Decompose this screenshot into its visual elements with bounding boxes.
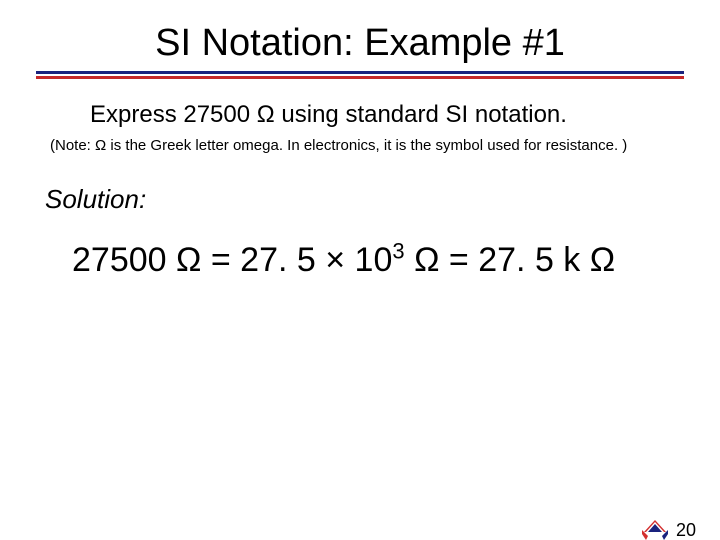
- eq-exponent: 3: [392, 239, 404, 264]
- omega-symbol: Ω: [95, 137, 106, 154]
- page-number: 20: [676, 520, 696, 540]
- note-before: (Note:: [50, 137, 95, 154]
- omega-symbol: Ω: [176, 241, 201, 279]
- eq-part-a: 27500: [72, 241, 176, 279]
- eq-part-d: = 27. 5 k: [439, 241, 589, 279]
- solution-label: Solution:: [45, 184, 720, 215]
- prompt-text-after: using standard SI notation.: [275, 101, 567, 128]
- slide: SI Notation: Example #1 Express 27500 Ω …: [0, 22, 720, 540]
- omega-symbol: Ω: [590, 241, 615, 279]
- note-after: is the Greek letter omega. In electronic…: [106, 137, 627, 154]
- rule-blue: [36, 71, 684, 74]
- prompt-text-before: Express 27500: [90, 101, 257, 128]
- solution-equation: 27500 Ω = 27. 5 × 103 Ω = 27. 5 k Ω: [72, 241, 720, 280]
- logo-icon: [642, 518, 668, 540]
- note-text: (Note: Ω is the Greek letter omega. In e…: [50, 137, 684, 154]
- omega-symbol: Ω: [414, 241, 439, 279]
- eq-part-b: = 27. 5 × 10: [201, 241, 392, 279]
- omega-symbol: Ω: [257, 101, 275, 128]
- eq-part-c: [405, 241, 414, 279]
- title-underline: [36, 71, 684, 79]
- rule-red: [36, 76, 684, 79]
- page-title: SI Notation: Example #1: [0, 22, 720, 65]
- problem-statement: Express 27500 Ω using standard SI notati…: [90, 101, 660, 129]
- footer: 20: [642, 518, 696, 540]
